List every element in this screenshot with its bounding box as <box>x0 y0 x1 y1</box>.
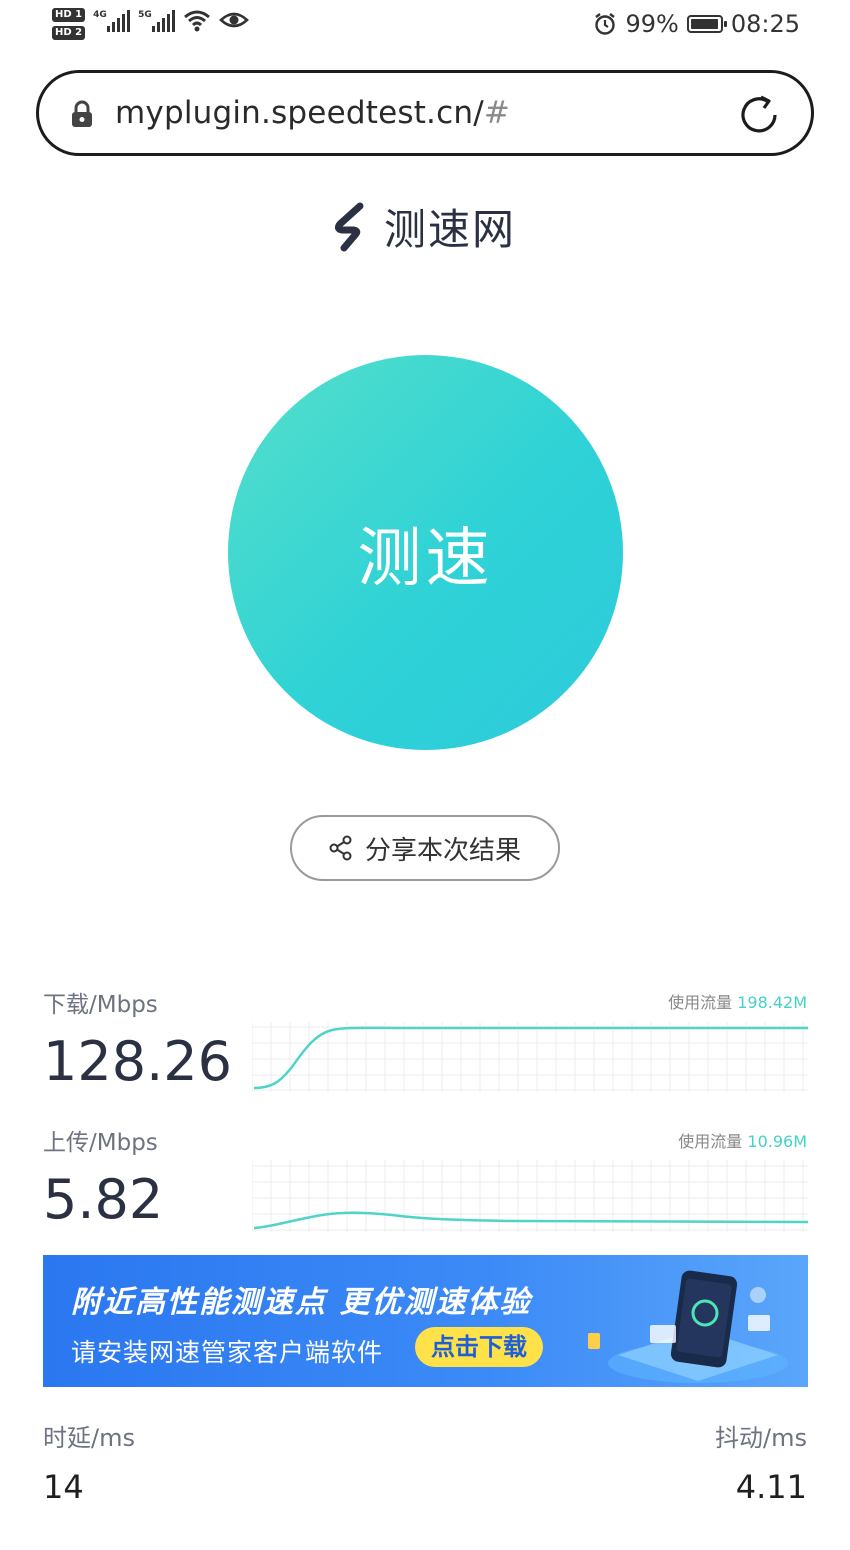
battery-icon <box>686 15 727 33</box>
lock-icon <box>72 100 92 127</box>
banner-subtitle: 请安装网速管家客户端软件 <box>71 1338 384 1367</box>
url-main: myplugin.speedtest.cn/ <box>115 95 484 131</box>
upload-traffic-value: 10.96M <box>747 1132 807 1151</box>
download-label: 下载/Mbps <box>43 992 158 1018</box>
signal-1-icon: 4G <box>93 8 131 32</box>
battery-percent: 99% <box>625 10 679 38</box>
alarm-icon <box>595 13 616 35</box>
speedtest-logo-icon <box>334 202 364 251</box>
address-bar[interactable]: myplugin.speedtest.cn/# <box>36 70 814 156</box>
upload-traffic-label: 使用流量 <box>678 1132 743 1151</box>
eye-icon <box>219 12 250 28</box>
start-test-label: 测速 <box>357 521 494 596</box>
share-icon <box>329 835 352 861</box>
reload-icon[interactable] <box>737 93 781 137</box>
banner-download-button[interactable]: 点击下载 <box>415 1327 543 1367</box>
download-speed-line <box>253 1026 808 1090</box>
download-traffic: 使用流量 198.42M <box>668 989 807 1013</box>
share-result-label: 分享本次结果 <box>364 835 521 866</box>
status-bar: HD 1 HD 2 4G 5G 99% 08:25 <box>0 0 850 54</box>
jitter-value: 4.11 <box>735 1468 807 1506</box>
download-chart <box>252 1022 808 1092</box>
latency-value: 14 <box>43 1468 84 1506</box>
hd1-badge: HD 1 <box>52 8 86 22</box>
clock: 08:25 <box>730 10 800 38</box>
latency-label: 时延/ms <box>43 1424 135 1452</box>
hd-indicators: HD 1 HD 2 <box>52 8 86 40</box>
upload-label: 上传/Mbps <box>43 1130 158 1156</box>
upload-speed-line <box>253 1211 808 1230</box>
share-result-button[interactable]: 分享本次结果 <box>290 815 560 881</box>
network-2-label: 5G <box>138 10 152 20</box>
signal-2-icon: 5G <box>138 8 176 32</box>
url-hash: # <box>483 95 511 131</box>
phone-illustration-icon <box>588 1270 788 1383</box>
status-right: 99% 08:25 <box>593 10 800 38</box>
wifi-icon <box>184 10 211 32</box>
network-1-label: 4G <box>93 10 107 20</box>
upload-chart <box>252 1160 808 1232</box>
upload-value: 5.82 <box>43 1168 164 1231</box>
url-text[interactable]: myplugin.speedtest.cn/# <box>115 95 510 131</box>
banner-title: 附近高性能测速点 更优测速体验 <box>71 1285 532 1320</box>
status-left: HD 1 HD 2 4G 5G <box>52 8 250 40</box>
install-app-banner[interactable]: 附近高性能测速点 更优测速体验 请安装网速管家客户端软件 点击下载 <box>43 1255 808 1387</box>
download-chart-grid <box>252 1022 808 1092</box>
logo-text: 测速网 <box>384 205 517 254</box>
jitter-label: 抖动/ms <box>715 1424 807 1452</box>
site-logo: 测速网 <box>330 196 516 257</box>
upload-traffic: 使用流量 10.96M <box>678 1128 807 1152</box>
download-traffic-label: 使用流量 <box>668 993 733 1012</box>
download-traffic-value: 198.42M <box>737 993 807 1012</box>
start-test-button[interactable]: 测速 <box>228 355 623 750</box>
hd2-badge: HD 2 <box>52 26 86 40</box>
download-value: 128.26 <box>43 1030 232 1093</box>
